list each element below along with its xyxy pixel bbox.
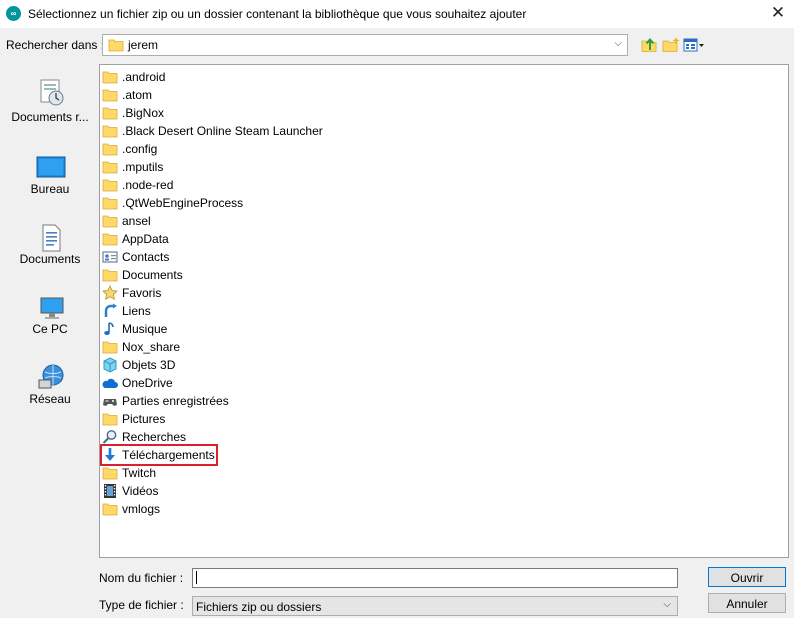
open-button[interactable]: Ouvrir — [708, 567, 786, 587]
file-name: vmlogs — [122, 502, 161, 516]
place-label: Documents r... — [11, 110, 89, 124]
file-name: Documents — [122, 268, 183, 282]
place-network[interactable]: Réseau — [8, 350, 92, 416]
file-type-label: Type de fichier : — [99, 598, 184, 612]
list-item-selected[interactable]: Téléchargements — [100, 444, 218, 466]
folder-icon — [102, 143, 118, 156]
link-icon — [104, 303, 117, 317]
chevron-down-icon[interactable]: ⌵ — [663, 599, 671, 610]
up-folder-button[interactable] — [640, 35, 660, 55]
place-documents[interactable]: Documents — [8, 210, 92, 276]
file-name: .android — [122, 70, 166, 84]
file-name: .BigNox — [122, 106, 165, 120]
music-icon — [104, 322, 114, 335]
file-name: Téléchargements — [122, 448, 215, 462]
file-name: .mputils — [122, 160, 164, 174]
file-name: AppData — [122, 232, 169, 246]
search-icon — [102, 430, 117, 444]
folder-icon — [102, 467, 118, 480]
new-folder-button[interactable] — [661, 35, 681, 55]
file-name: Objets 3D — [122, 358, 176, 372]
file-name: Pictures — [122, 412, 166, 426]
place-label: Ce PC — [32, 322, 68, 336]
computer-icon — [40, 297, 64, 319]
folder-icon — [102, 89, 118, 102]
file-name: Recherches — [122, 430, 187, 444]
place-label: Bureau — [30, 182, 70, 196]
cancel-button[interactable]: Annuler — [708, 593, 786, 613]
star-icon — [102, 285, 118, 300]
folder-icon — [102, 125, 118, 138]
recent-documents-icon — [40, 79, 64, 106]
chevron-down-icon[interactable]: ⌵ — [614, 38, 622, 49]
file-name: Contacts — [122, 250, 170, 264]
folder-icon — [102, 197, 118, 210]
file-name: Favoris — [122, 286, 162, 300]
documents-icon — [42, 224, 61, 252]
file-type-value: Fichiers zip ou dossiers — [196, 600, 322, 614]
place-this-pc[interactable]: Ce PC — [8, 280, 92, 346]
folder-icon — [102, 341, 118, 354]
network-icon — [38, 364, 64, 389]
place-label: Réseau — [29, 392, 71, 406]
cube-icon — [103, 357, 117, 373]
places-sidebar: Documents r... Bureau Documents Ce PC Ré… — [8, 64, 92, 406]
cloud-icon — [102, 378, 118, 388]
film-icon — [104, 484, 116, 498]
folder-icon — [102, 413, 118, 426]
file-name-input[interactable] — [192, 568, 678, 588]
up-folder-icon — [641, 37, 657, 52]
place-label: Documents — [19, 252, 81, 266]
file-name: .config — [122, 142, 158, 156]
look-in-label: Rechercher dans : — [6, 38, 105, 52]
view-menu-icon — [683, 38, 704, 52]
look-in-combo[interactable]: jerem ⌵ — [102, 34, 628, 56]
text-caret — [196, 571, 197, 584]
view-menu-button[interactable] — [682, 35, 706, 55]
place-desktop[interactable]: Bureau — [8, 140, 92, 206]
look-in-value: jerem — [128, 38, 159, 52]
file-name: ansel — [122, 214, 151, 228]
place-recent-documents[interactable]: Documents r... — [8, 64, 92, 130]
folder-icon — [102, 107, 118, 120]
download-icon — [105, 448, 115, 461]
contacts-icon — [102, 251, 118, 263]
folder-icon — [102, 161, 118, 174]
folder-icon — [102, 503, 118, 516]
folder-icon — [102, 179, 118, 192]
title-bar: ∞ Sélectionnez un fichier zip ou un doss… — [0, 0, 794, 28]
file-name: .Black Desert Online Steam Launcher — [122, 124, 323, 138]
file-name: Twitch — [122, 466, 157, 480]
file-name: Parties enregistrées — [122, 394, 229, 408]
file-type-combo[interactable]: Fichiers zip ou dossiers ⌵ — [192, 596, 678, 616]
close-button[interactable]: ✕ — [766, 2, 790, 26]
new-folder-icon — [662, 37, 680, 52]
folder-icon — [102, 215, 118, 228]
file-name: Vidéos — [122, 484, 159, 498]
file-name: .node-red — [122, 178, 174, 192]
folder-icon — [102, 233, 118, 246]
gamepad-icon — [103, 399, 117, 406]
file-name-label: Nom du fichier : — [99, 571, 184, 585]
folder-icon — [102, 71, 118, 84]
file-list[interactable]: .android .atom .BigNox .Black Desert Onl… — [99, 64, 789, 558]
window-title: Sélectionnez un fichier zip ou un dossie… — [28, 7, 527, 21]
file-name: Nox_share — [122, 340, 181, 354]
folder-icon — [108, 39, 124, 52]
arduino-app-icon: ∞ — [6, 6, 21, 21]
file-name: Liens — [122, 304, 151, 318]
file-name: .atom — [122, 88, 153, 102]
file-name: Musique — [122, 322, 168, 336]
desktop-icon — [36, 156, 66, 178]
file-name: OneDrive — [122, 376, 173, 390]
folder-icon — [102, 269, 118, 282]
file-name: .QtWebEngineProcess — [122, 196, 244, 210]
